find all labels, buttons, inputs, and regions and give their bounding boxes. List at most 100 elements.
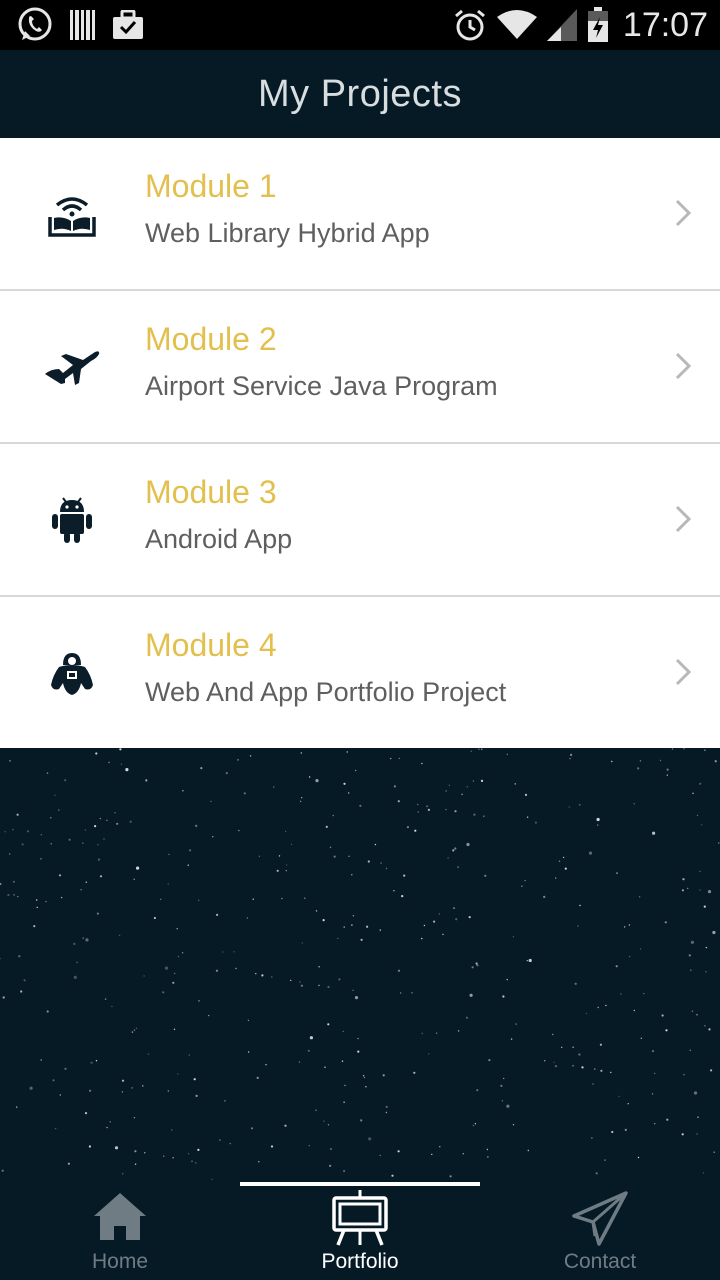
page-title: My Projects: [258, 72, 462, 115]
paper-plane-icon: [480, 1190, 720, 1248]
star: [114, 1146, 119, 1150]
star: [114, 812, 116, 814]
project-item-module-3[interactable]: Module 3 Android App: [0, 444, 720, 597]
star: [18, 955, 21, 958]
project-item-module-4[interactable]: Module 4 Web And App Portfolio Project: [0, 597, 720, 750]
star: [357, 1037, 359, 1040]
star: [144, 1152, 146, 1154]
star: [417, 803, 419, 806]
star: [89, 1089, 92, 1092]
star: [318, 984, 320, 987]
project-item-module-1[interactable]: Module 1 Web Library Hybrid App: [0, 138, 720, 291]
star: [246, 917, 249, 919]
star: [54, 794, 56, 796]
star: [23, 979, 26, 982]
star: [681, 889, 685, 892]
star: [177, 1073, 179, 1075]
star: [27, 830, 30, 833]
status-bar: 17:07: [0, 0, 720, 50]
star: [29, 1086, 33, 1090]
star: [229, 1142, 231, 1145]
module-title: Module 1: [145, 168, 277, 204]
star: [153, 916, 156, 920]
star: [195, 1094, 198, 1097]
star: [106, 819, 108, 821]
star: [309, 1036, 313, 1040]
star: [426, 805, 428, 807]
star: [219, 1139, 221, 1141]
star: [9, 760, 11, 762]
star: [284, 1124, 287, 1127]
star: [12, 829, 14, 831]
star: [651, 1050, 655, 1053]
project-item-module-2[interactable]: Module 2 Airport Service Java Program: [0, 291, 720, 444]
star: [397, 1150, 400, 1153]
star: [343, 1170, 346, 1173]
star: [466, 786, 468, 788]
star: [142, 1085, 144, 1087]
star: [162, 991, 165, 994]
star: [103, 838, 105, 840]
star: [323, 1120, 325, 1122]
star: [341, 1060, 344, 1062]
star: [73, 975, 77, 979]
status-time: 17:07: [622, 6, 708, 44]
star: [195, 1162, 197, 1164]
star: [249, 755, 252, 757]
star: [0, 957, 1, 960]
star: [270, 1145, 274, 1148]
star: [256, 1076, 259, 1079]
star: [696, 1133, 698, 1135]
star: [12, 880, 15, 883]
star: [599, 1043, 603, 1046]
star: [343, 926, 345, 928]
star: [46, 772, 49, 774]
star: [67, 1162, 70, 1165]
star: [59, 1094, 61, 1096]
star: [104, 998, 107, 1000]
star: [366, 925, 369, 928]
star: [351, 924, 353, 926]
star: [191, 1160, 193, 1162]
star: [360, 1119, 363, 1122]
star: [147, 1053, 150, 1055]
star: [329, 846, 332, 848]
star: [222, 951, 224, 953]
star: [653, 1072, 656, 1075]
star: [399, 992, 402, 994]
star: [457, 1030, 460, 1032]
chevron-right-icon: [674, 657, 692, 691]
star: [652, 831, 656, 835]
signal-icon: [546, 9, 577, 41]
star: [570, 753, 573, 756]
star: [579, 904, 581, 907]
star: [64, 779, 67, 782]
star: [690, 940, 695, 944]
star: [247, 1019, 250, 1022]
star: [708, 1028, 711, 1031]
star: [329, 1164, 332, 1167]
tab-home[interactable]: Home: [0, 1180, 240, 1280]
star: [177, 955, 180, 958]
star: [701, 824, 703, 826]
star: [131, 1087, 133, 1089]
star: [385, 1105, 388, 1108]
tab-contact[interactable]: Contact: [480, 1180, 720, 1280]
star: [398, 757, 400, 760]
star: [197, 1148, 200, 1151]
star: [352, 989, 354, 991]
star: [84, 1112, 88, 1115]
star: [343, 1101, 345, 1103]
star: [348, 855, 350, 857]
star: [572, 1046, 574, 1048]
star: [82, 842, 84, 844]
star: [357, 1050, 360, 1053]
star: [457, 866, 459, 868]
star: [333, 855, 336, 858]
star: [476, 1089, 479, 1092]
star: [465, 1016, 469, 1019]
tab-portfolio[interactable]: Portfolio: [240, 1180, 480, 1280]
star: [639, 760, 642, 762]
star: [360, 938, 363, 941]
star: [689, 1049, 691, 1051]
